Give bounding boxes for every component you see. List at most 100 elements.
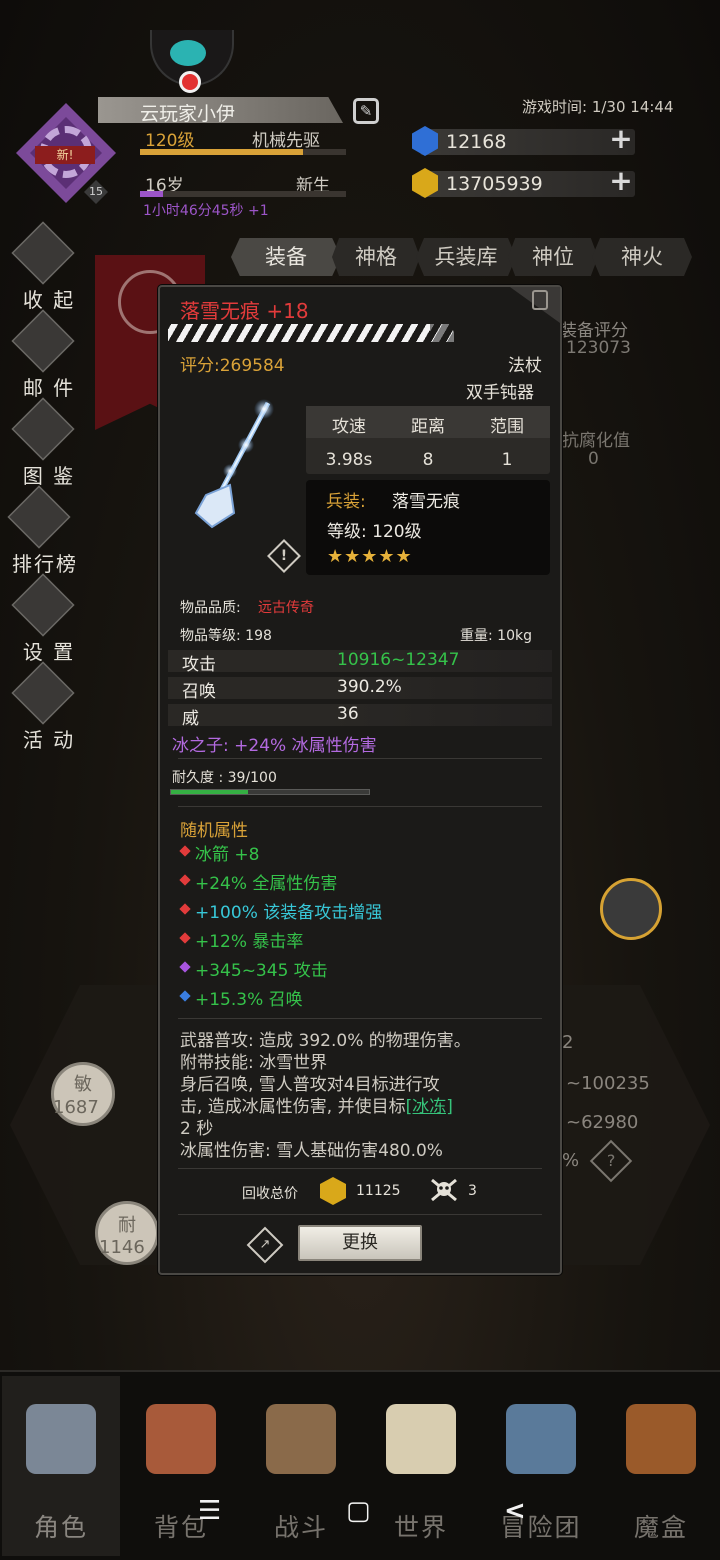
age-timer: 1小时46分45秒 +1: [143, 203, 269, 219]
dex-label: 敏: [74, 1074, 92, 1095]
event-icon: [11, 661, 75, 725]
book-icon: [11, 397, 75, 461]
castle-icon: [506, 1404, 576, 1474]
corrosion-label: 抗腐化值: [562, 431, 630, 451]
nav-item[interactable]: 冒险团: [482, 1376, 600, 1556]
player-class: 机械先驱: [252, 131, 320, 151]
random-attr: +345~345 攻击: [195, 961, 328, 981]
weapon-label: 兵装:: [326, 492, 366, 512]
sword-shield-icon: [266, 1404, 336, 1474]
desc-line: 冰属性伤害: 雪人基础伤害480.0%: [180, 1141, 443, 1161]
winged-emblem-icon[interactable]: [600, 878, 662, 940]
add-crystal-button[interactable]: +: [609, 125, 633, 153]
replace-button[interactable]: 更换: [298, 1225, 422, 1261]
random-attr: +24% 全属性伤害: [195, 874, 338, 894]
side-mail-button[interactable]: 邮 件: [4, 309, 82, 400]
game-time: 游戏时间: 1/30 14:44: [522, 98, 674, 116]
attack-speed-value: 3.98s: [325, 450, 373, 470]
side-settings-button[interactable]: 设 置: [4, 573, 82, 664]
magic-box-icon: [626, 1404, 696, 1474]
ice-staff-icon: [194, 399, 274, 529]
nav-label: 战斗: [273, 1513, 328, 1542]
con-value: 1146: [99, 1237, 145, 1258]
tab-equipment[interactable]: 装备: [231, 238, 341, 276]
scroll-icon: [386, 1404, 456, 1474]
collapse-icon: [11, 221, 75, 285]
skull-icon: [431, 1178, 457, 1202]
nav-item[interactable]: 角色: [2, 1376, 120, 1556]
attr-name: 攻击: [182, 655, 216, 675]
recycle-skull-value: 3: [468, 1183, 477, 1199]
side-label: 活 动: [22, 728, 76, 752]
side-label: 收 起: [22, 288, 76, 312]
nav-item[interactable]: 魔盒: [602, 1376, 720, 1556]
star-rating: ★★★★★: [327, 546, 413, 567]
random-attr: 冰箭 +8: [195, 845, 260, 865]
dex-value: 1687: [53, 1097, 99, 1118]
random-attr: +15.3% 召唤: [195, 990, 303, 1010]
system-home-icon[interactable]: ▢: [346, 1496, 371, 1526]
edit-icon[interactable]: ✎: [353, 98, 379, 124]
bird-avatar-icon: [170, 40, 206, 66]
divider: [178, 806, 542, 807]
new-tag: 新!: [35, 146, 95, 164]
divider: [178, 758, 542, 759]
attr-value: 36: [337, 704, 359, 724]
item-subtype: 双手钝器: [466, 383, 534, 403]
recycle-gold-value: 11125: [356, 1183, 401, 1199]
level-progress-fill: [140, 149, 303, 155]
side-ranking-button[interactable]: 排行榜: [0, 485, 78, 576]
stat-b: ~62980: [566, 1112, 639, 1133]
quality-value: 远古传奇: [258, 600, 314, 616]
crystal-amount: 12168: [446, 131, 507, 153]
stat-c: %: [562, 1150, 580, 1171]
tab-armory[interactable]: 兵装库: [416, 238, 516, 276]
item-score: 评分:269584: [180, 356, 285, 376]
nav-label: 魔盒: [633, 1513, 688, 1542]
side-event-button[interactable]: 活 动: [4, 661, 82, 752]
divider: [178, 1018, 542, 1019]
gear-icon: [11, 573, 75, 637]
tab-divine-fire[interactable]: 神火: [592, 238, 692, 276]
nav-item[interactable]: 战斗: [242, 1376, 360, 1556]
add-gold-button[interactable]: +: [609, 167, 633, 195]
tab-divinity[interactable]: 神格: [332, 238, 420, 276]
tab-god-seat[interactable]: 神位: [508, 238, 598, 276]
set-bonus: 冰之子: +24% 冰属性伤害: [172, 736, 377, 756]
side-codex-button[interactable]: 图 鉴: [4, 397, 82, 488]
system-menu-icon[interactable]: ☰: [198, 1496, 221, 1526]
durability-label: 耐久度 : 39/100: [172, 770, 277, 786]
random-attr: +12% 暴击率: [195, 932, 304, 952]
helmet-icon: [26, 1404, 96, 1474]
lock-icon[interactable]: [532, 290, 548, 310]
divider: [178, 1168, 542, 1169]
random-attr: +100% 该装备攻击增强: [195, 903, 383, 923]
area-header: 范围: [490, 417, 524, 437]
attr-value: 390.2%: [337, 677, 402, 697]
side-collapse-button[interactable]: 收 起: [4, 221, 82, 312]
nav-item[interactable]: 世界: [362, 1376, 480, 1556]
mail-icon: [11, 309, 75, 373]
stat-d: 2: [562, 1032, 574, 1053]
equipment-score-value: 123073: [566, 338, 631, 358]
quality-label: 物品品质:: [180, 600, 241, 616]
side-label: 图 鉴: [22, 464, 76, 488]
system-back-icon[interactable]: <: [504, 1496, 526, 1526]
area-value: 1: [501, 450, 513, 470]
durability-fill: [171, 790, 249, 794]
item-type: 法杖: [508, 356, 542, 376]
age-progress-fill: [140, 191, 163, 197]
nav-item[interactable]: 背包: [122, 1376, 240, 1556]
con-label: 耐: [118, 1215, 136, 1236]
item-level: 物品等级: 198: [180, 628, 272, 644]
desc-line: 2 秒: [180, 1119, 214, 1139]
nav-label: 冒险团: [500, 1513, 582, 1542]
nav-label: 世界: [393, 1513, 448, 1542]
freeze-link[interactable]: [冰冻]: [406, 1097, 453, 1117]
weapon-name: 落雪无痕: [392, 492, 460, 512]
item-title: 落雪无痕 +18: [180, 299, 309, 323]
desc-line: 身后召唤, 雪人普攻对4目标进行攻: [180, 1075, 440, 1095]
weapon-level: 等级: 120级: [327, 522, 422, 542]
random-attrs-title: 随机属性: [180, 821, 248, 841]
desc-line: 附带技能: 冰雪世界: [180, 1053, 328, 1073]
